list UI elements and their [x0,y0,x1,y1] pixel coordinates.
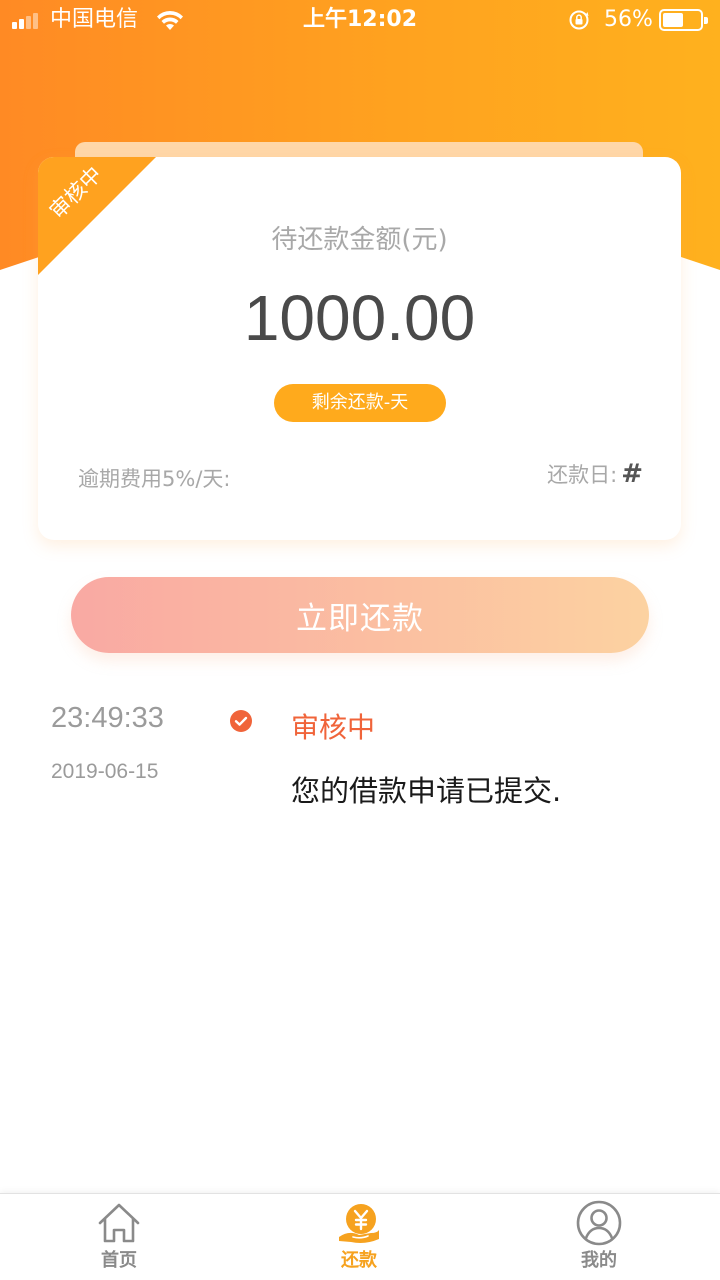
tab-repay-label: 还款 [341,1250,377,1271]
rotation-lock-icon [569,10,589,30]
amount-value: 1000.00 [243,282,476,354]
user-icon [576,1200,622,1246]
timeline-date: 2019-06-15 [51,760,159,783]
battery-level [663,13,684,27]
due-date-value: # [621,459,643,489]
due-date-label: 还款日: [547,463,618,487]
due-date: 还款日: # [547,459,643,489]
amount-label: 待还款金额(元) [271,225,448,255]
home-icon [98,1203,140,1243]
tab-mine-label: 我的 [581,1250,617,1271]
timeline-message: 您的借款申请已提交. [291,774,562,808]
timeline-time: 23:49:33 [51,702,164,734]
bottom-tab-bar: 首页 还款 我的 [0,1193,720,1280]
tab-home[interactable]: 首页 [59,1194,179,1280]
overdue-fee-label: 逾期费用5%/天: [78,467,231,491]
tab-mine[interactable]: 我的 [539,1194,659,1280]
yuan-hand-icon [339,1204,379,1243]
timeline-status: 审核中 [291,711,376,744]
loan-card: 审核中 待还款金额(元) 1000.00 剩余还款-天 逾期费用5%/天: 还款… [38,157,681,540]
battery-percent: 56% [604,7,653,32]
battery-icon [659,9,708,31]
check-circle-icon [230,710,252,732]
tab-repay[interactable]: 还款 [299,1194,419,1280]
repay-now-button[interactable]: 立即还款 [71,577,649,653]
remaining-days-badge: 剩余还款-天 [274,384,446,422]
status-bar: 中国电信 上午12:02 56% [0,0,720,40]
tab-home-label: 首页 [101,1250,137,1271]
